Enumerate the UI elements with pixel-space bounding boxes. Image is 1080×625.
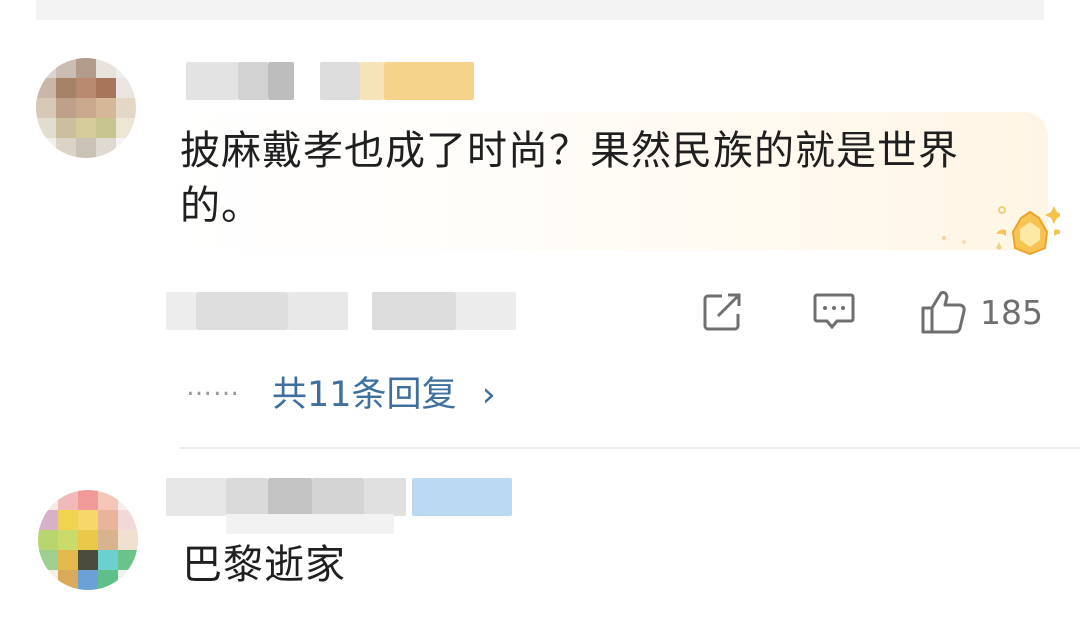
share-icon bbox=[703, 293, 741, 331]
like-count: 185 bbox=[980, 292, 1043, 332]
comment-text: 披麻戴孝也成了时尚？果然民族的就是世界的。 bbox=[180, 128, 959, 229]
view-replies-link[interactable]: 共11条回复 › bbox=[272, 366, 496, 417]
share-button[interactable] bbox=[702, 290, 744, 334]
thumbs-up-icon bbox=[921, 291, 966, 334]
previous-item-strip bbox=[36, 0, 1044, 20]
comment-icon bbox=[813, 293, 855, 330]
avatar[interactable] bbox=[36, 58, 136, 158]
replies-dots: …… bbox=[186, 372, 240, 402]
view-replies-label: 共11条回复 bbox=[272, 375, 457, 415]
chevron-right-icon: › bbox=[481, 375, 496, 415]
comment-divider bbox=[180, 447, 1080, 449]
avatar[interactable] bbox=[38, 490, 138, 590]
comment-text: 巴黎逝家 bbox=[182, 542, 346, 588]
like-button[interactable]: 185 bbox=[920, 290, 1043, 334]
sparkle-badge-icon bbox=[942, 206, 1060, 256]
comment-button[interactable] bbox=[812, 290, 856, 334]
